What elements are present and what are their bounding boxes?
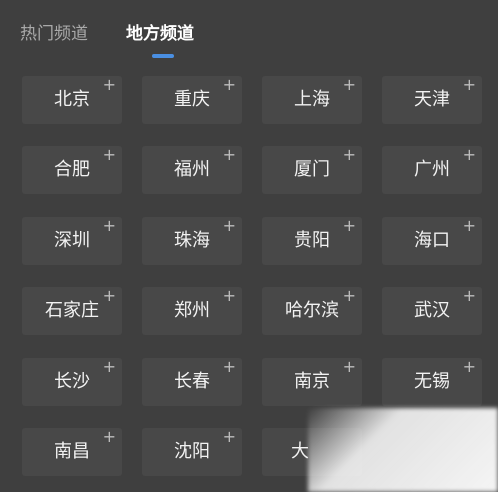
channel-chip[interactable]: 天津 + xyxy=(382,76,482,124)
add-icon: + xyxy=(222,286,236,305)
add-icon: + xyxy=(462,357,476,376)
channel-chip[interactable]: 重庆 + xyxy=(142,76,242,124)
channel-chip[interactable]: 珠海 + xyxy=(142,217,242,265)
channel-chip[interactable]: 哈尔滨 + xyxy=(262,287,362,335)
add-icon: + xyxy=(222,145,236,164)
add-icon: + xyxy=(462,286,476,305)
add-icon: + xyxy=(222,75,236,94)
channel-chip[interactable]: 沈阳 + xyxy=(142,428,242,476)
add-icon: + xyxy=(342,216,356,235)
channel-chip[interactable]: 厦门 + xyxy=(262,146,362,194)
add-icon: + xyxy=(342,286,356,305)
channel-chip[interactable]: 南昌 + xyxy=(22,428,122,476)
channel-chip[interactable]: 石家庄 + xyxy=(22,287,122,335)
add-icon: + xyxy=(462,75,476,94)
channel-chip[interactable]: 北京 + xyxy=(22,76,122,124)
channel-chip[interactable]: 广州 + xyxy=(382,146,482,194)
channel-chip[interactable]: 贵阳 + xyxy=(262,217,362,265)
channel-chip[interactable]: 上海 + xyxy=(262,76,362,124)
channel-chip[interactable]: 南京 + xyxy=(262,358,362,406)
channel-chip[interactable]: 长沙 + xyxy=(22,358,122,406)
add-icon: + xyxy=(342,145,356,164)
add-icon: + xyxy=(102,216,116,235)
channel-chip[interactable]: 深圳 + xyxy=(22,217,122,265)
add-icon: + xyxy=(462,216,476,235)
add-icon: + xyxy=(222,216,236,235)
channel-chip[interactable]: 长春 + xyxy=(142,358,242,406)
add-icon: + xyxy=(102,286,116,305)
channel-chip[interactable]: 郑州 + xyxy=(142,287,242,335)
channel-chip[interactable]: 海口 + xyxy=(382,217,482,265)
watermark-overlay xyxy=(308,408,498,492)
channel-chip[interactable]: 合肥 + xyxy=(22,146,122,194)
add-icon: + xyxy=(102,427,116,446)
add-icon: + xyxy=(102,75,116,94)
add-icon: + xyxy=(462,145,476,164)
add-icon: + xyxy=(102,145,116,164)
add-icon: + xyxy=(102,357,116,376)
add-icon: + xyxy=(342,75,356,94)
channel-chip[interactable]: 福州 + xyxy=(142,146,242,194)
channel-chip[interactable]: 无锡 + xyxy=(382,358,482,406)
add-icon: + xyxy=(222,357,236,376)
channel-chip[interactable]: 武汉 + xyxy=(382,287,482,335)
add-icon: + xyxy=(342,357,356,376)
add-icon: + xyxy=(222,427,236,446)
